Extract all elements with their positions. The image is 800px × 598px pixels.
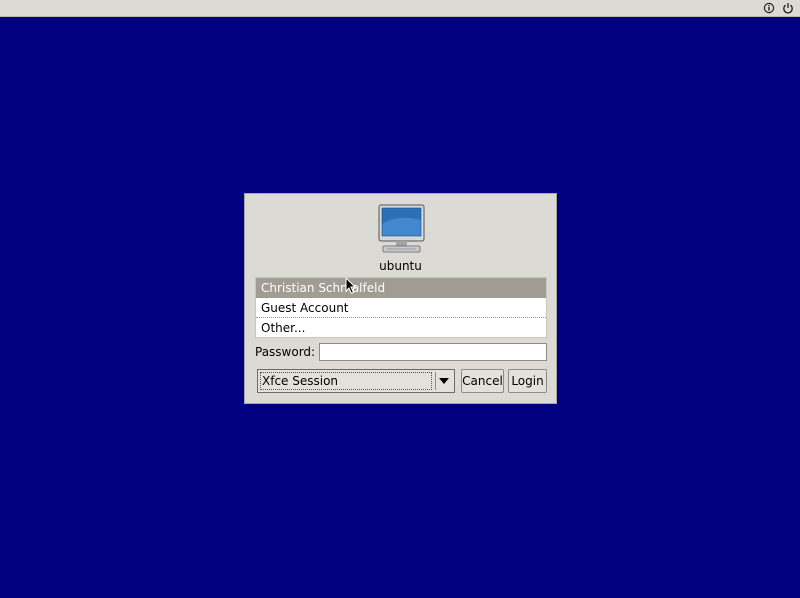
- login-dialog: ubuntu Christian Schmalfeld Guest Accoun…: [244, 193, 557, 404]
- session-select[interactable]: Xfce Session: [257, 369, 455, 393]
- user-item-other[interactable]: Other...: [256, 318, 546, 338]
- session-selected-value: Xfce Session: [262, 374, 339, 388]
- password-field[interactable]: [319, 343, 547, 361]
- user-list: Christian Schmalfeld Guest Account Other…: [255, 277, 547, 338]
- cancel-button[interactable]: Cancel: [461, 369, 504, 393]
- info-icon[interactable]: [763, 2, 775, 14]
- dropdown-button[interactable]: [435, 372, 452, 390]
- chevron-down-icon: [439, 378, 449, 384]
- computer-icon: [378, 204, 425, 253]
- mouse-cursor-icon: [345, 277, 357, 295]
- password-label: Password:: [255, 345, 316, 359]
- power-icon[interactable]: [782, 2, 794, 14]
- user-item-guest-account[interactable]: Guest Account: [256, 298, 546, 318]
- login-button[interactable]: Login: [508, 369, 547, 393]
- user-item-christian-schmalfeld[interactable]: Christian Schmalfeld: [256, 278, 546, 298]
- top-panel: [0, 0, 800, 17]
- hostname-label: ubuntu: [379, 259, 422, 273]
